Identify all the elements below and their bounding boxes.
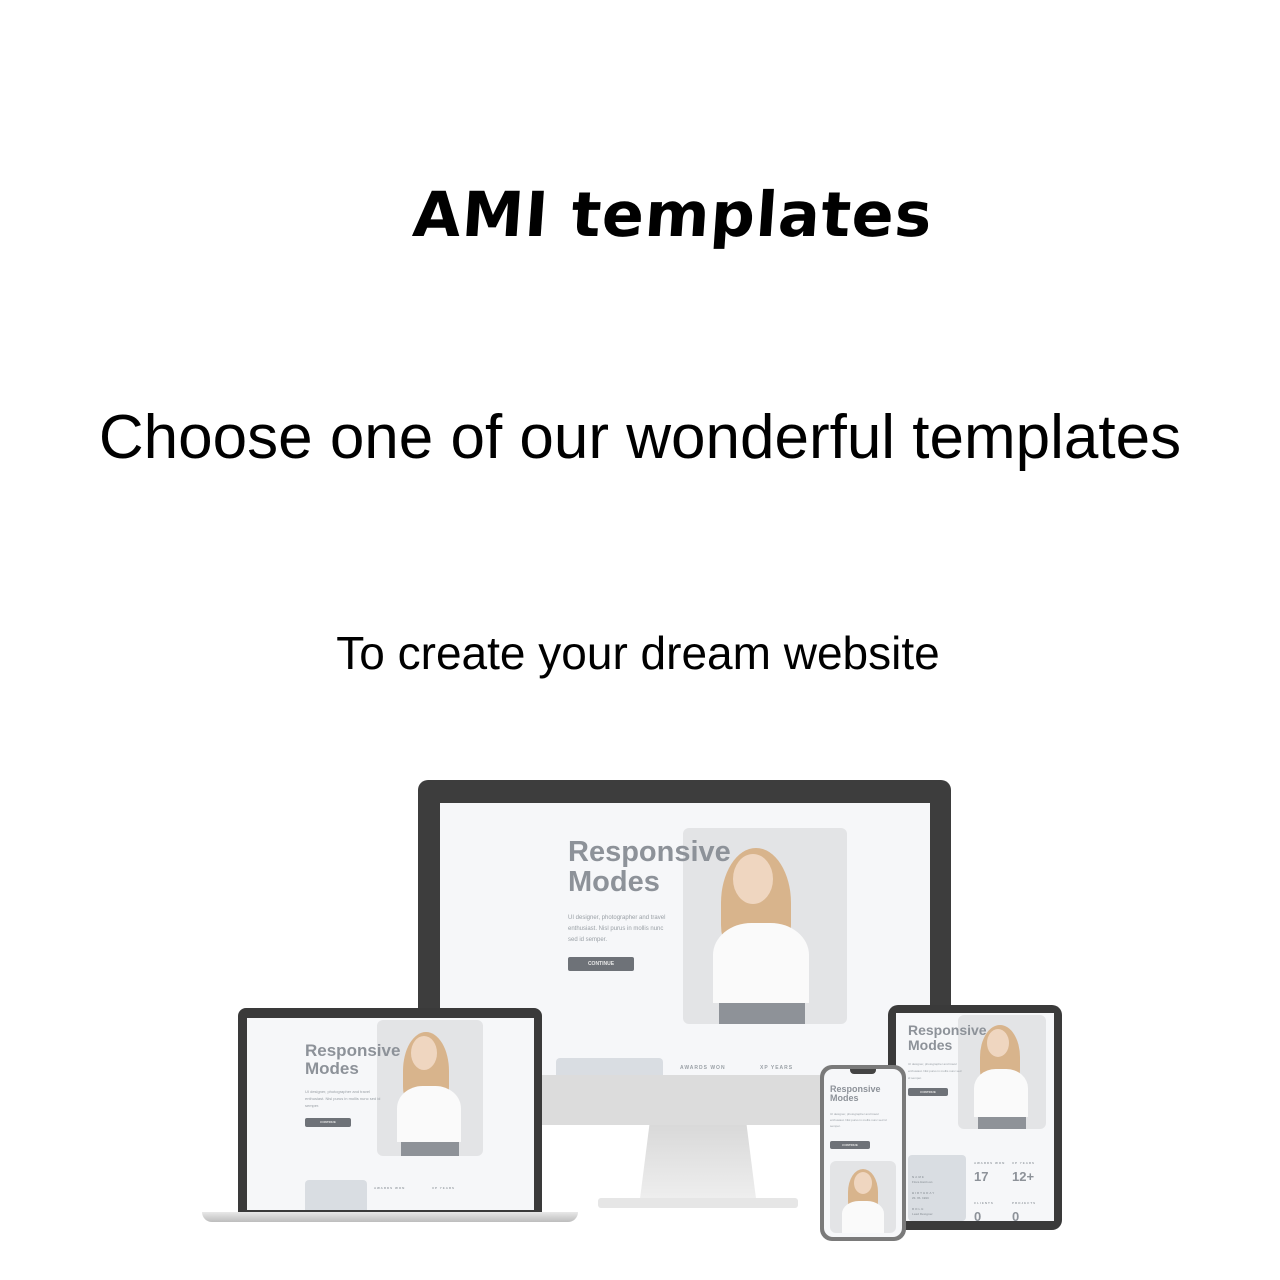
continue-button[interactable]: CONTINUE (908, 1088, 948, 1096)
heading: Responsive Modes (568, 836, 731, 899)
subtitle: Choose one of our wonderful templates (98, 403, 1182, 472)
continue-button[interactable]: CONTINUE (305, 1118, 351, 1127)
continue-button[interactable]: CONTINUE (830, 1141, 870, 1149)
page-title: AMI templates (410, 178, 936, 251)
body-text: UI designer, photographer and travel ent… (568, 915, 666, 943)
continue-button[interactable]: CONTINUE (568, 957, 634, 971)
tagline: To create your dream website (336, 627, 940, 679)
